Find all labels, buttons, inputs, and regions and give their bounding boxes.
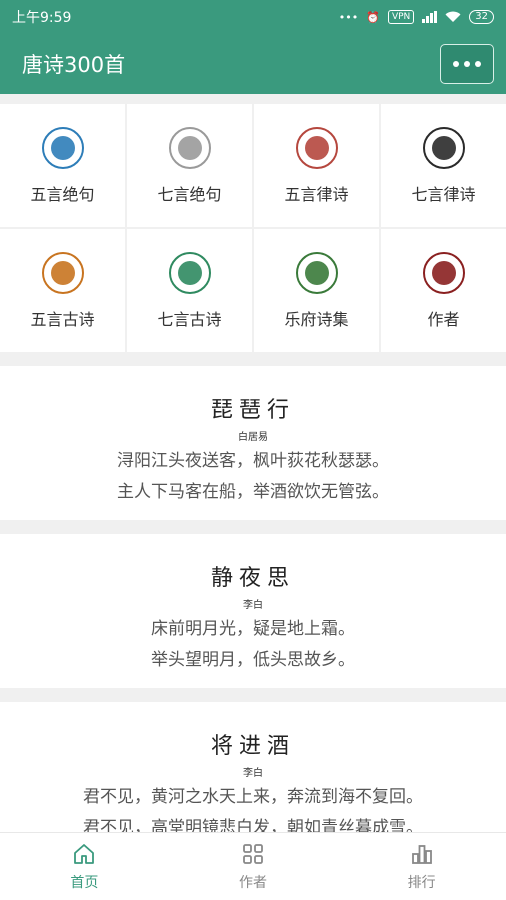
status-time: 上午9:59 [12, 10, 72, 26]
status-bar: 上午9:59 ••• ⏰ VPN 32 [0, 0, 506, 34]
wifi-icon [445, 11, 461, 22]
more-dot-icon [453, 61, 459, 67]
portrait-seal-icon [422, 251, 465, 294]
home-icon [74, 843, 95, 864]
chariot-seal-icon [168, 251, 211, 294]
brush-seal-icon [168, 126, 211, 169]
app-bar: 唐诗300首 [0, 34, 506, 94]
poem-line: 君不见，黄河之水天上来，奔流到海不复回。 [83, 787, 423, 807]
poem-author: 李白 [243, 768, 263, 779]
category-label: 五言古诗 [30, 309, 95, 329]
category-qiyan-jueju[interactable]: 七言绝句 [127, 104, 252, 227]
status-icons: ••• ⏰ VPN 32 [339, 10, 494, 24]
more-dot-icon [464, 61, 470, 67]
poem-line: 床前明月光，疑是地上霜。 [151, 619, 355, 639]
poem-card-pipaxing[interactable]: 琵琶行 白居易 浔阳江头夜送客，枫叶荻花秋瑟瑟。 主人下马客在船，举酒欲饮无管弦… [0, 366, 506, 520]
poem-author: 李白 [243, 600, 263, 611]
category-qiyan-gushi[interactable]: 七言古诗 [127, 229, 252, 352]
category-label: 作者 [427, 309, 460, 329]
grid-icon [243, 843, 263, 864]
poem-line: 主人下马客在船，举酒欲饮无管弦。 [117, 482, 389, 502]
tab-home[interactable]: 首页 [0, 833, 169, 900]
more-notifications-icon: ••• [338, 10, 359, 24]
lotus-seal-icon [295, 126, 338, 169]
poem-title: 将进酒 [210, 734, 295, 759]
dragon-seal-icon [422, 126, 465, 169]
category-label: 七言古诗 [157, 309, 222, 329]
battery-icon: 32 [469, 10, 494, 24]
category-label: 五言律诗 [284, 184, 349, 204]
category-label: 乐府诗集 [284, 309, 349, 329]
category-wuyan-jueju[interactable]: 五言绝句 [0, 104, 125, 227]
app-title: 唐诗300首 [22, 53, 126, 77]
poem-title: 静夜思 [210, 566, 295, 591]
calligraphy-seal-icon [41, 126, 84, 169]
category-wuyan-lvshi[interactable]: 五言律诗 [254, 104, 379, 227]
poem-author: 白居易 [238, 432, 268, 443]
category-authors[interactable]: 作者 [381, 229, 506, 352]
category-label: 七言律诗 [411, 184, 476, 204]
category-yuefu[interactable]: 乐府诗集 [254, 229, 379, 352]
more-dot-icon [475, 61, 481, 67]
tab-label: 作者 [239, 874, 267, 891]
category-wuyan-gushi[interactable]: 五言古诗 [0, 229, 125, 352]
tab-authors[interactable]: 作者 [169, 833, 338, 900]
tab-ranking[interactable]: 排行 [337, 833, 506, 900]
bottom-tab-bar: 首页 作者 排行 [0, 832, 506, 900]
tab-label: 排行 [407, 874, 436, 891]
tab-label: 首页 [70, 874, 99, 891]
category-grid: 五言绝句 七言绝句 五言律诗 七言律诗 五言古诗 七言古诗 乐府诗集 作者 [0, 104, 506, 352]
vpn-badge: VPN [387, 10, 415, 24]
book-seal-icon [295, 251, 338, 294]
poem-line: 浔阳江头夜送客，枫叶荻花秋瑟瑟。 [117, 451, 389, 471]
poem-line: 举头望明月，低头思故乡。 [151, 650, 355, 670]
signal-icon [422, 11, 438, 23]
more-menu-button[interactable] [440, 44, 494, 84]
horse-seal-icon [41, 251, 84, 294]
poem-title: 琵琶行 [210, 398, 295, 423]
alarm-icon: ⏰ [366, 10, 380, 24]
poem-card-jingyesi[interactable]: 静夜思 李白 床前明月光，疑是地上霜。 举头望明月，低头思故乡。 [0, 534, 506, 688]
category-qiyan-lvshi[interactable]: 七言律诗 [381, 104, 506, 227]
category-label: 七言绝句 [157, 184, 222, 204]
bar-chart-icon [411, 844, 432, 864]
category-label: 五言绝句 [30, 184, 95, 204]
